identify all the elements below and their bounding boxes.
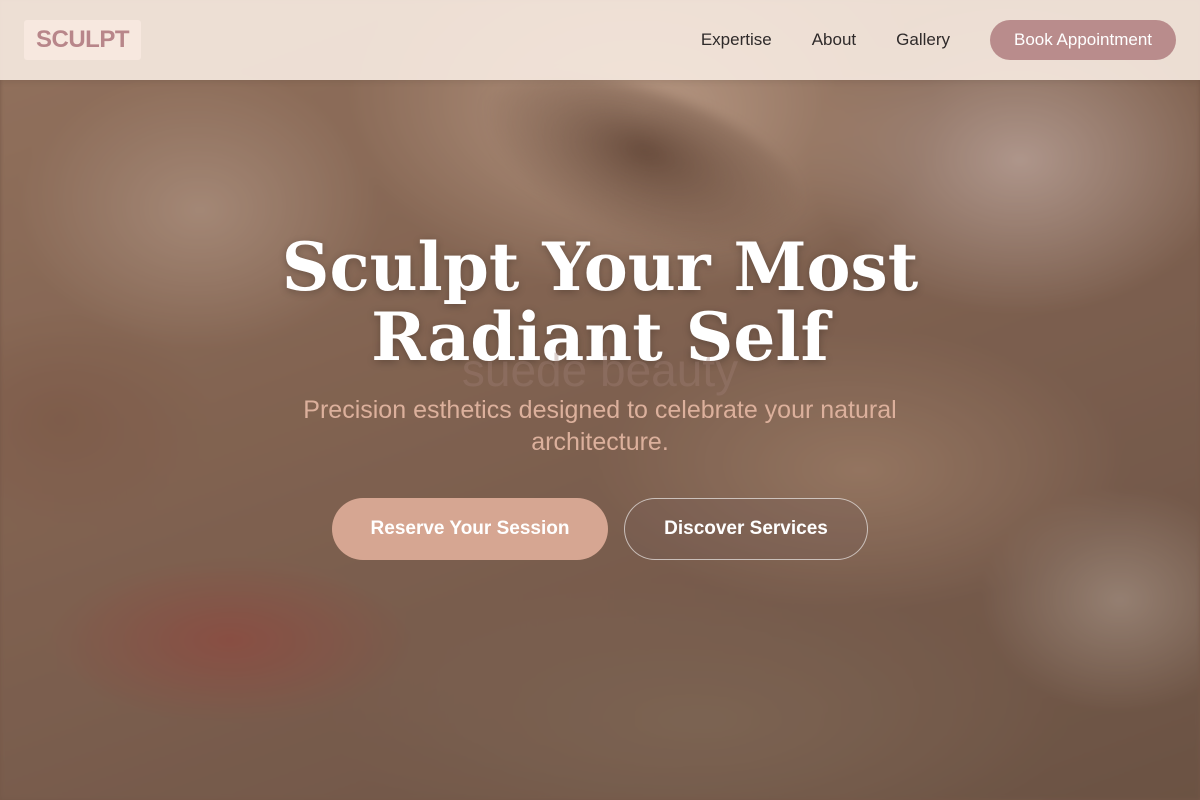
- nav-link-gallery[interactable]: Gallery: [896, 30, 950, 50]
- discover-services-button[interactable]: Discover Services: [624, 498, 868, 560]
- reserve-session-button[interactable]: Reserve Your Session: [332, 498, 608, 560]
- site-header: SCULPT Expertise About Gallery Book Appo…: [0, 0, 1200, 80]
- nav-link-expertise[interactable]: Expertise: [701, 30, 772, 50]
- main-nav: Expertise About Gallery Book Appointment: [701, 20, 1176, 60]
- hero: Sculpt Your Most Radiant Self suede beau…: [0, 232, 1200, 560]
- book-appointment-button[interactable]: Book Appointment: [990, 20, 1176, 60]
- hero-actions: Reserve Your Session Discover Services: [0, 498, 1200, 560]
- hero-subtitle: Precision esthetics designed to celebrat…: [303, 396, 897, 456]
- nav-link-about[interactable]: About: [812, 30, 856, 50]
- hero-title: Sculpt Your Most Radiant Self: [281, 228, 919, 376]
- hero-subtitle-wrap: suede beauty Precision esthetics designe…: [270, 347, 930, 458]
- logo[interactable]: SCULPT: [24, 20, 141, 60]
- page: SCULPT Expertise About Gallery Book Appo…: [0, 0, 1200, 800]
